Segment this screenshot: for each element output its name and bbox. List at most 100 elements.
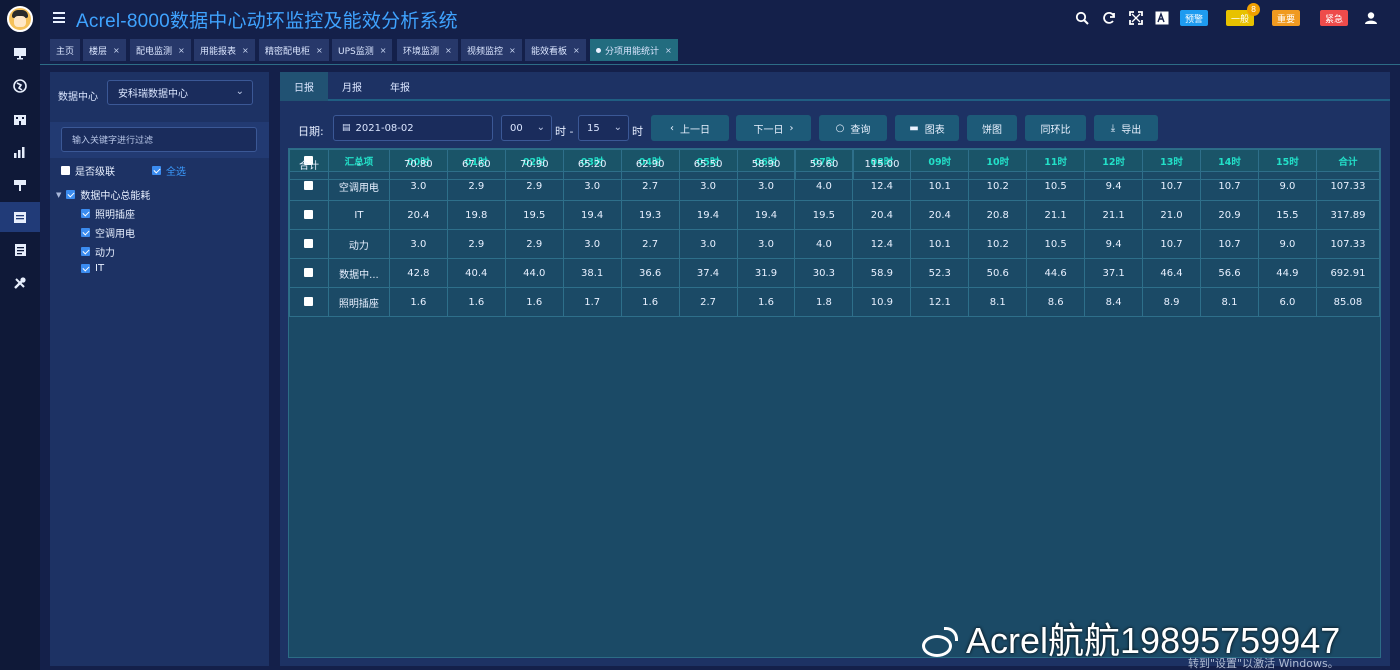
report-icon[interactable] <box>0 202 40 232</box>
sign-icon[interactable] <box>0 170 40 200</box>
chart-icon: ▬ <box>909 122 919 134</box>
chevron-right-icon: › <box>789 122 794 134</box>
toolbar: 日期: ▤ 2021-08-02 00 ⌄ 时 - 15 ⌄ 时 ‹ 上一日 下一日 ›… <box>280 115 1390 143</box>
tree-item[interactable]: 空调用电 <box>81 225 135 240</box>
search-icon[interactable] <box>1074 10 1090 26</box>
bar-chart-icon[interactable] <box>0 137 40 167</box>
filter-input[interactable]: 输入关键字进行过滤 <box>61 127 257 152</box>
building-icon[interactable] <box>0 104 40 134</box>
export-button[interactable]: ⤓ 导出 <box>1094 115 1158 141</box>
footer-label: 合计 <box>289 149 329 180</box>
table-cell: 10.2 <box>968 229 1028 259</box>
table-cell: 19.5 <box>794 200 854 230</box>
tab-video[interactable]: 视频监控 × <box>461 39 522 61</box>
hour-from-select[interactable]: 00 ⌄ <box>501 115 552 141</box>
tab-floor[interactable]: 楼层 × <box>83 39 126 61</box>
table-row[interactable]: 照明插座 1.6 1.6 1.6 1.7 1.6 2.7 1.6 1.8 10.9 12.1 8.1 8… <box>289 287 1381 317</box>
next-day-button[interactable]: 下一日 › <box>736 115 811 141</box>
table-cell: 12.4 <box>852 229 912 259</box>
avatar[interactable] <box>7 6 33 32</box>
table-cell: 9.0 <box>1257 229 1317 259</box>
datacenter-label: 数据中心 <box>58 92 98 103</box>
table-cell: 4.0 <box>794 229 854 259</box>
footer-cell <box>1315 149 1381 180</box>
tree-root[interactable]: ▼ 数据中心总能耗 <box>56 187 150 202</box>
tree-item[interactable]: 照明插座 <box>81 206 135 221</box>
close-icon[interactable]: × <box>380 46 387 55</box>
row-checkbox[interactable] <box>289 287 329 317</box>
download-icon: ⤓ <box>1110 122 1116 134</box>
caret-down-icon[interactable]: ▼ <box>56 191 61 199</box>
close-icon[interactable]: × <box>445 46 452 55</box>
table-cell: 8.6 <box>1026 287 1086 317</box>
user-icon[interactable] <box>1363 10 1379 26</box>
footer-cell <box>1026 149 1086 180</box>
footer-cell: 70.90 <box>504 149 564 180</box>
close-icon[interactable]: × <box>178 46 185 55</box>
tab-power-monitor[interactable]: 配电监测 × <box>130 39 191 61</box>
alert-urgent-button[interactable]: 紧急 <box>1320 10 1349 26</box>
date-picker[interactable]: ▤ 2021-08-02 <box>333 115 493 141</box>
document-icon[interactable] <box>0 235 40 265</box>
tab-ups[interactable]: UPS监测 × <box>332 39 393 61</box>
close-icon[interactable]: × <box>573 46 580 55</box>
pie-chart-button[interactable]: 饼图 <box>967 115 1017 141</box>
tools-icon[interactable] <box>0 268 40 298</box>
chart-button[interactable]: ▬ 图表 <box>895 115 959 141</box>
table-row[interactable]: 数据中... 42.8 40.4 44.0 38.1 36.6 37.4 31.9 30.3 58… <box>289 258 1381 288</box>
alert-normal-button[interactable]: 一般 8 <box>1226 3 1261 26</box>
table-cell: 2.7 <box>678 287 738 317</box>
cascade-checkbox[interactable]: 是否级联 <box>61 163 115 178</box>
yoy-button[interactable]: 同环比 <box>1025 115 1086 141</box>
row-checkbox[interactable] <box>289 229 329 259</box>
table-cell: 1.6 <box>504 287 564 317</box>
tab-precision-cabinet[interactable]: 精密配电柜 × <box>259 39 329 61</box>
table-cell: 107.33 <box>1315 229 1381 259</box>
table-cell: 37.1 <box>1084 258 1144 288</box>
close-icon[interactable]: × <box>113 46 120 55</box>
tab-environment[interactable]: 环境监测 × <box>397 39 458 61</box>
table-footer-row: 合计 -70.80 67.60 70.90 65.20 62.90 65.50 58.90 59… <box>289 149 1381 180</box>
query-button[interactable]: ○ 查询 <box>819 115 887 141</box>
hour-to-select[interactable]: 15 ⌄ <box>578 115 629 141</box>
menu-icon[interactable] <box>53 12 65 23</box>
select-all-checkbox[interactable]: 全选 <box>152 163 186 178</box>
row-checkbox[interactable] <box>289 258 329 288</box>
table-cell: 数据中... <box>327 258 390 288</box>
close-icon[interactable]: × <box>242 46 249 55</box>
tree-item[interactable]: IT <box>81 263 104 274</box>
tab-yearly[interactable]: 年报 <box>376 72 424 101</box>
alert-count-badge: 8 <box>1247 3 1261 16</box>
tab-monthly[interactable]: 月报 <box>328 72 376 101</box>
table-cell: 1.6 <box>620 287 680 317</box>
prev-day-button[interactable]: ‹ 上一日 <box>651 115 729 141</box>
datacenter-select[interactable]: 安科瑞数据中心 ⌄ <box>107 80 253 105</box>
tab-itemized-energy[interactable]: 分项用能统计 × <box>590 39 678 61</box>
font-size-icon[interactable] <box>1154 10 1170 26</box>
table-cell: 21.1 <box>1084 200 1144 230</box>
table-cell: 19.4 <box>562 200 622 230</box>
table-row[interactable]: 动力 3.0 2.9 2.9 3.0 2.7 3.0 3.0 4.0 12.4 10.1 10.2 10… <box>289 229 1381 259</box>
tab-home[interactable]: 主页 <box>50 39 81 61</box>
table-cell: 1.7 <box>562 287 622 317</box>
table-cell: 40.4 <box>446 258 506 288</box>
close-icon[interactable]: × <box>316 46 323 55</box>
close-icon[interactable]: × <box>665 46 672 55</box>
footer-cell: 65.50 <box>678 149 738 180</box>
fullscreen-icon[interactable] <box>1128 10 1144 26</box>
tree-item[interactable]: 动力 <box>81 244 115 259</box>
refresh-icon[interactable] <box>1101 10 1117 26</box>
table-row[interactable]: IT 20.4 19.8 19.5 19.4 19.3 19.4 19.4 19.5 20.4 20… <box>289 200 1381 230</box>
chevron-down-icon: ⌄ <box>536 122 545 133</box>
table-cell: 3.0 <box>736 229 796 259</box>
table-cell: 20.4 <box>388 200 448 230</box>
globe-icon[interactable] <box>0 71 40 101</box>
tab-efficiency-board[interactable]: 能效看板 × <box>525 39 586 61</box>
tab-daily[interactable]: 日报 <box>280 72 328 101</box>
alert-warning-button[interactable]: 预警 <box>1180 10 1209 26</box>
monitor-icon[interactable] <box>0 38 40 68</box>
tab-energy-report[interactable]: 用能报表 × <box>194 39 255 61</box>
close-icon[interactable]: × <box>509 46 516 55</box>
row-checkbox[interactable] <box>289 200 329 230</box>
alert-important-button[interactable]: 重要 <box>1272 10 1301 26</box>
